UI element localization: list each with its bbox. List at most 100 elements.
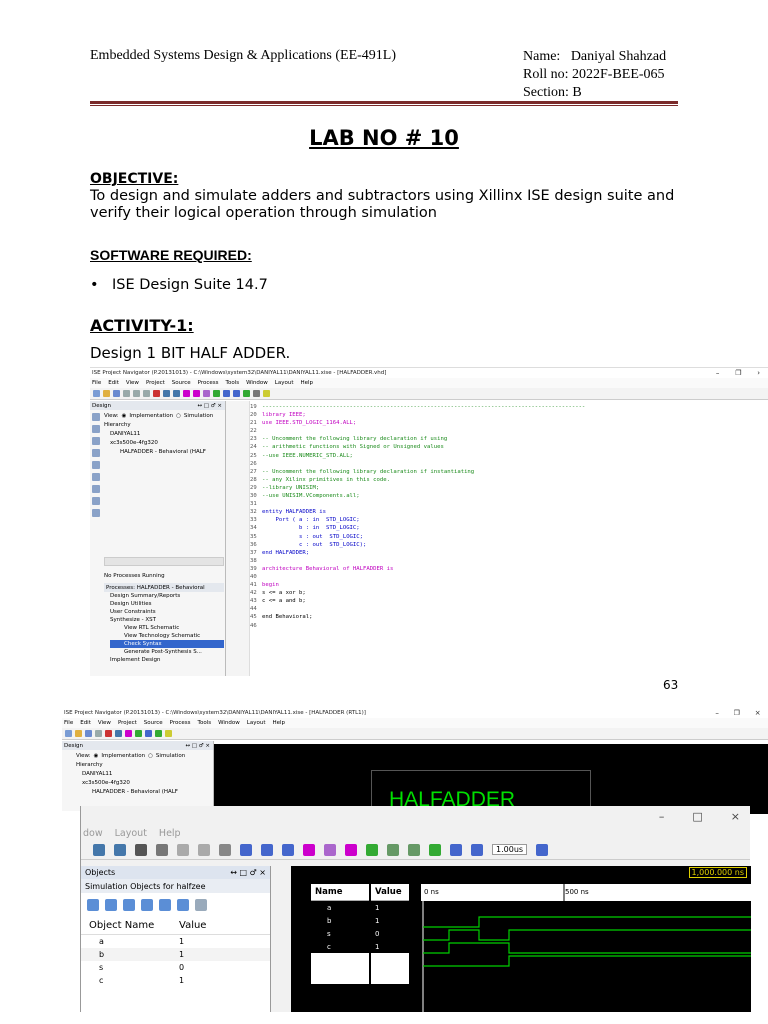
filter-icon[interactable] [177,899,189,911]
apply-time-icon[interactable] [536,843,549,856]
wand-icon[interactable] [125,730,132,737]
code-line[interactable]: 36 c : out STD_LOGIC); [250,541,768,549]
code-line[interactable]: 34 b : in STD_LOGIC; [250,524,768,532]
down-arrow-icon[interactable] [177,843,189,856]
menu-layout[interactable]: Layout [115,828,147,839]
menu-help[interactable]: Help [300,380,313,386]
close-icon[interactable]: × [755,709,761,717]
paste-icon[interactable] [143,390,150,397]
wand2-icon[interactable] [193,390,200,397]
tree-item[interactable]: HALFADDER - Behavioral (HALF [76,788,213,797]
menu-project[interactable]: Project [146,380,165,386]
find-icon[interactable] [135,843,147,856]
code-line[interactable]: 19 --------------------------------------… [250,403,768,411]
object-row[interactable]: s0 [81,961,270,974]
code-line[interactable]: 41 begin [250,581,768,589]
col-object-name[interactable]: Object Name [81,920,179,931]
menu-tools[interactable]: Tools [226,380,240,386]
restore-icon[interactable]: ❐ [735,369,741,377]
object-row[interactable]: a1 [81,935,270,948]
menu-view[interactable]: View [126,380,139,386]
wave-signal-name[interactable]: c [311,940,369,953]
restart-icon[interactable] [429,843,441,856]
radio-implementation[interactable]: ◉ [94,753,99,759]
restore-icon[interactable]: ❐ [734,709,740,717]
redo-icon[interactable] [114,843,126,856]
wand-icon[interactable] [183,390,190,397]
code-line[interactable]: 33 Port ( a : in STD_LOGIC; [250,516,768,524]
tool-icon[interactable] [92,449,100,457]
filter-icon[interactable] [195,899,207,911]
code-line[interactable]: 26 [250,460,768,468]
menu-process[interactable]: Process [170,720,191,726]
layout-icon[interactable] [240,843,252,856]
check-icon[interactable] [366,843,378,856]
radio-simulation[interactable]: ○ [176,413,181,419]
code-line[interactable]: 24 -- arithmetic functions with Signed or… [250,443,768,451]
menu-help[interactable]: Help [272,720,285,726]
menu-dow[interactable]: dow [83,828,103,839]
code-line[interactable]: 44 [250,605,768,613]
layout2-icon[interactable] [261,843,273,856]
probe-icon[interactable] [203,390,210,397]
wave-signal-name[interactable]: b [311,914,369,927]
run-for-icon[interactable] [471,843,483,856]
menu-tools[interactable]: Tools [198,720,212,726]
menu-edit[interactable]: Edit [80,720,91,726]
code-line[interactable]: 32 entity HALFADDER is [250,508,768,516]
redo-icon[interactable] [173,390,180,397]
radio-implementation[interactable]: ◉ [122,413,127,419]
panel-controls[interactable]: ↔ □ ♂ × [185,743,213,749]
panel-controls[interactable]: ↔ □ ♂ × [197,403,225,409]
run-icon[interactable] [243,390,250,397]
tree-item[interactable]: HALFADDER - Behavioral (HALF [104,448,225,457]
tool-icon[interactable] [92,413,100,421]
check-icon[interactable] [213,390,220,397]
filter-icon[interactable] [159,899,171,911]
code-line[interactable]: 42 s <= a xor b; [250,589,768,597]
code-line[interactable]: 31 [250,500,768,508]
code-line[interactable]: 46 [250,622,768,630]
menu-edit[interactable]: Edit [108,380,119,386]
layout-icon[interactable] [145,730,152,737]
delete-icon[interactable] [153,390,160,397]
process-item[interactable]: Check Syntax [110,640,224,648]
code-line[interactable]: 25 --use IEEE.NUMERIC_STD.ALL; [250,452,768,460]
tool-icon[interactable] [92,497,100,505]
process-item[interactable]: Generate Post-Synthesis S... [110,648,224,656]
code-line[interactable]: 21 use IEEE.STD_LOGIC_1164.ALL; [250,419,768,427]
tree-item[interactable]: xc3s500e-4fg320 [104,439,225,448]
rtl-schematic-view[interactable]: HALFADDER [214,744,768,820]
process-item[interactable]: Design Utilities [110,600,224,608]
menu-layout[interactable]: Layout [247,720,266,726]
minimize-icon[interactable]: – [716,369,720,377]
tool-icon[interactable] [92,473,100,481]
filter-icon[interactable] [141,899,153,911]
filter-icon[interactable] [105,899,117,911]
open-icon[interactable] [103,390,110,397]
menu-source[interactable]: Source [144,720,163,726]
probe-icon[interactable] [345,843,357,856]
copy-icon[interactable] [133,390,140,397]
waveform-view[interactable]: 1,000.000 ns 0 ns 500 ns [421,866,751,1012]
wave-signal-name[interactable]: a [311,901,369,914]
code-line[interactable]: 43 c <= a and b; [250,597,768,605]
tool-icon[interactable] [92,425,100,433]
process-item[interactable]: Synthesize - XST [110,616,224,624]
delete-icon[interactable] [105,730,112,737]
code-line[interactable]: 45 end Behavioral; [250,613,768,621]
tree-item[interactable]: DANIYAL11 [104,430,225,439]
menu-file[interactable]: File [64,720,73,726]
wave-c[interactable] [423,955,751,967]
code-line[interactable]: 23 -- Uncomment the following library dec… [250,435,768,443]
cut-icon[interactable] [95,730,102,737]
code-line[interactable]: 29 --library UNISIM; [250,484,768,492]
code-line[interactable]: 37 end HALFADDER; [250,549,768,557]
tool-icon[interactable] [92,437,100,445]
check-icon[interactable] [135,730,142,737]
menu-window[interactable]: Window [246,380,268,386]
col-value[interactable]: Value [179,920,206,931]
filter-icon[interactable] [87,899,99,911]
minimize-icon[interactable]: – [659,810,665,823]
restore-icon[interactable]: □ [692,810,702,823]
